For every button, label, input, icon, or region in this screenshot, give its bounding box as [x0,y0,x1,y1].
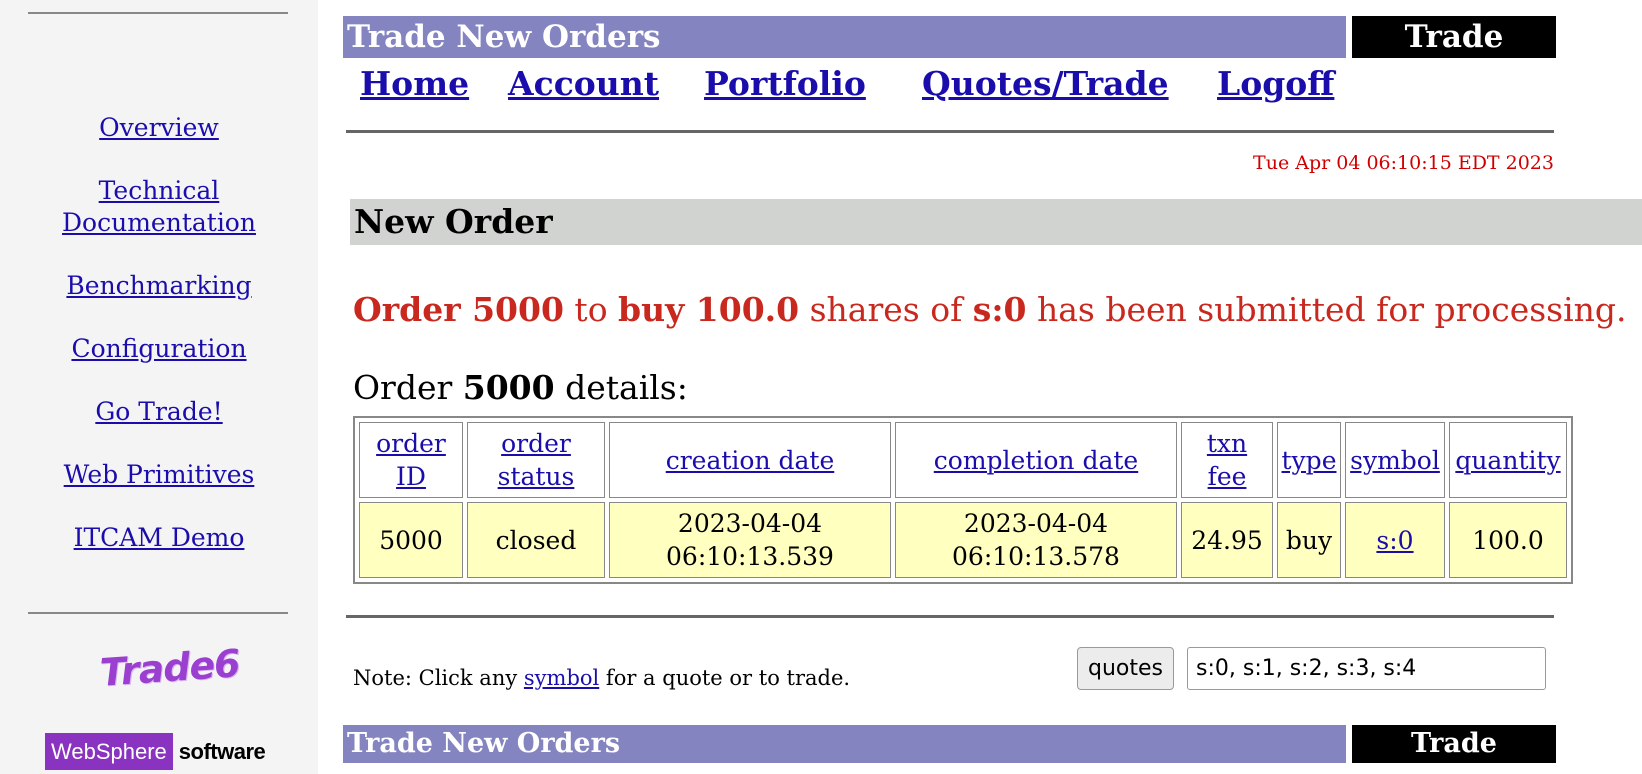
cell-txn-fee: 24.95 [1181,502,1273,578]
sidebar-divider-top [28,12,288,14]
header-txn-fee-line2[interactable]: fee [1208,462,1247,491]
order-label: Order 5000 [353,290,564,329]
header-symbol-label[interactable]: symbol [1350,446,1440,475]
sidebar-item-go-trade[interactable]: Go Trade! [0,395,318,428]
message-shares-of: shares of [799,290,973,329]
header-completion-date[interactable]: completion date [895,422,1177,498]
creation-time-value: 06:10:13.539 [666,542,834,571]
sidebar-item-documentation[interactable]: Documentation [0,206,318,239]
nav-home[interactable]: Home [360,64,469,103]
nav-logoff[interactable]: Logoff [1217,64,1334,103]
main-nav: Home Account Portfolio Quotes/Trade Logo… [360,64,1560,108]
header-order-status-line1[interactable]: order [501,429,571,458]
header-txn-fee[interactable]: txn fee [1181,422,1273,498]
footer-title: Trade New Orders [343,725,1346,763]
software-label: software [178,738,266,764]
header-quantity[interactable]: quantity [1449,422,1567,498]
header-divider [346,130,1554,133]
order-details-table: order ID order status creation date comple… [353,416,1573,584]
details-prefix: Order [353,368,463,407]
table-row: 5000 closed 2023-04-04 06:10:13.539 2023-… [359,502,1567,578]
cell-order-status: closed [467,502,605,578]
message-suffix: has been submitted for processing. [1026,290,1627,329]
header-quantity-label[interactable]: quantity [1455,446,1560,475]
header-order-id-line2[interactable]: ID [396,462,426,491]
order-details-heading: Order 5000 details: [353,368,688,407]
header-banner: Trade New Orders Trade [343,16,1556,58]
footer-trade-label: Trade [1352,725,1556,763]
sidebar-item-overview[interactable]: Overview [0,111,318,144]
sidebar: Overview Technical Documentation Benchma… [0,0,318,774]
cell-order-id: 5000 [359,502,463,578]
nav-portfolio[interactable]: Portfolio [704,64,866,103]
order-confirmation-message: Order 5000 to buy 100.0 shares of s:0 ha… [353,290,1627,329]
cell-symbol-link[interactable]: s:0 [1345,502,1445,578]
header-order-status-line2[interactable]: status [498,462,575,491]
completion-time-value: 06:10:13.578 [952,542,1120,571]
quotes-symbol-input[interactable] [1187,647,1546,690]
timestamp: Tue Apr 04 06:10:15 EDT 2023 [1253,152,1554,174]
sidebar-item-configuration[interactable]: Configuration [0,332,318,365]
table-header-row: order ID order status creation date comple… [359,422,1567,498]
header-completion-date-label[interactable]: completion date [934,446,1138,475]
sidebar-item-itcam-demo[interactable]: ITCAM Demo [0,521,318,554]
details-order-id: 5000 [462,368,555,407]
note-prefix: Note: Click any [353,666,524,690]
header-creation-date-label[interactable]: creation date [666,446,835,475]
header-creation-date[interactable]: creation date [609,422,891,498]
cell-quantity: 100.0 [1449,502,1567,578]
footer-banner: Trade New Orders Trade [343,725,1556,763]
sidebar-item-web-primitives[interactable]: Web Primitives [0,458,318,491]
header-order-id-line1[interactable]: order [376,429,446,458]
trade6-logo: Trade6 [98,641,241,695]
sidebar-divider-bottom [28,612,288,614]
sidebar-item-technical[interactable]: Technical [0,174,318,207]
content-divider [346,615,1554,618]
websphere-logo: WebSphere software [45,733,266,770]
message-to: to [563,290,619,329]
header-symbol[interactable]: symbol [1345,422,1445,498]
completion-date-value: 2023-04-04 [963,509,1109,538]
section-title: New Order [350,199,1642,245]
header-order-id[interactable]: order ID [359,422,463,498]
page-title: Trade New Orders [343,16,1346,58]
details-suffix: details: [554,368,688,407]
order-symbol: s:0 [972,290,1027,329]
header-order-status[interactable]: order status [467,422,605,498]
header-trade-label: Trade [1352,16,1556,58]
cell-type: buy [1277,502,1341,578]
order-action: buy 100.0 [618,290,800,329]
nav-quotes-trade[interactable]: Quotes/Trade [922,64,1169,103]
websphere-label: WebSphere [45,733,173,770]
note-symbol-link[interactable]: symbol [524,666,599,690]
quotes-button[interactable]: quotes [1077,647,1174,690]
cell-completion-date: 2023-04-04 06:10:13.578 [895,502,1177,578]
header-type[interactable]: type [1277,422,1341,498]
nav-account[interactable]: Account [508,64,659,103]
header-txn-fee-line1[interactable]: txn [1207,429,1247,458]
header-type-label[interactable]: type [1282,446,1337,475]
note-text: Note: Click any symbol for a quote or to… [353,666,850,690]
note-suffix: for a quote or to trade. [599,666,851,690]
creation-date-value: 2023-04-04 [677,509,823,538]
sidebar-item-benchmarking[interactable]: Benchmarking [0,269,318,302]
cell-creation-date: 2023-04-04 06:10:13.539 [609,502,891,578]
